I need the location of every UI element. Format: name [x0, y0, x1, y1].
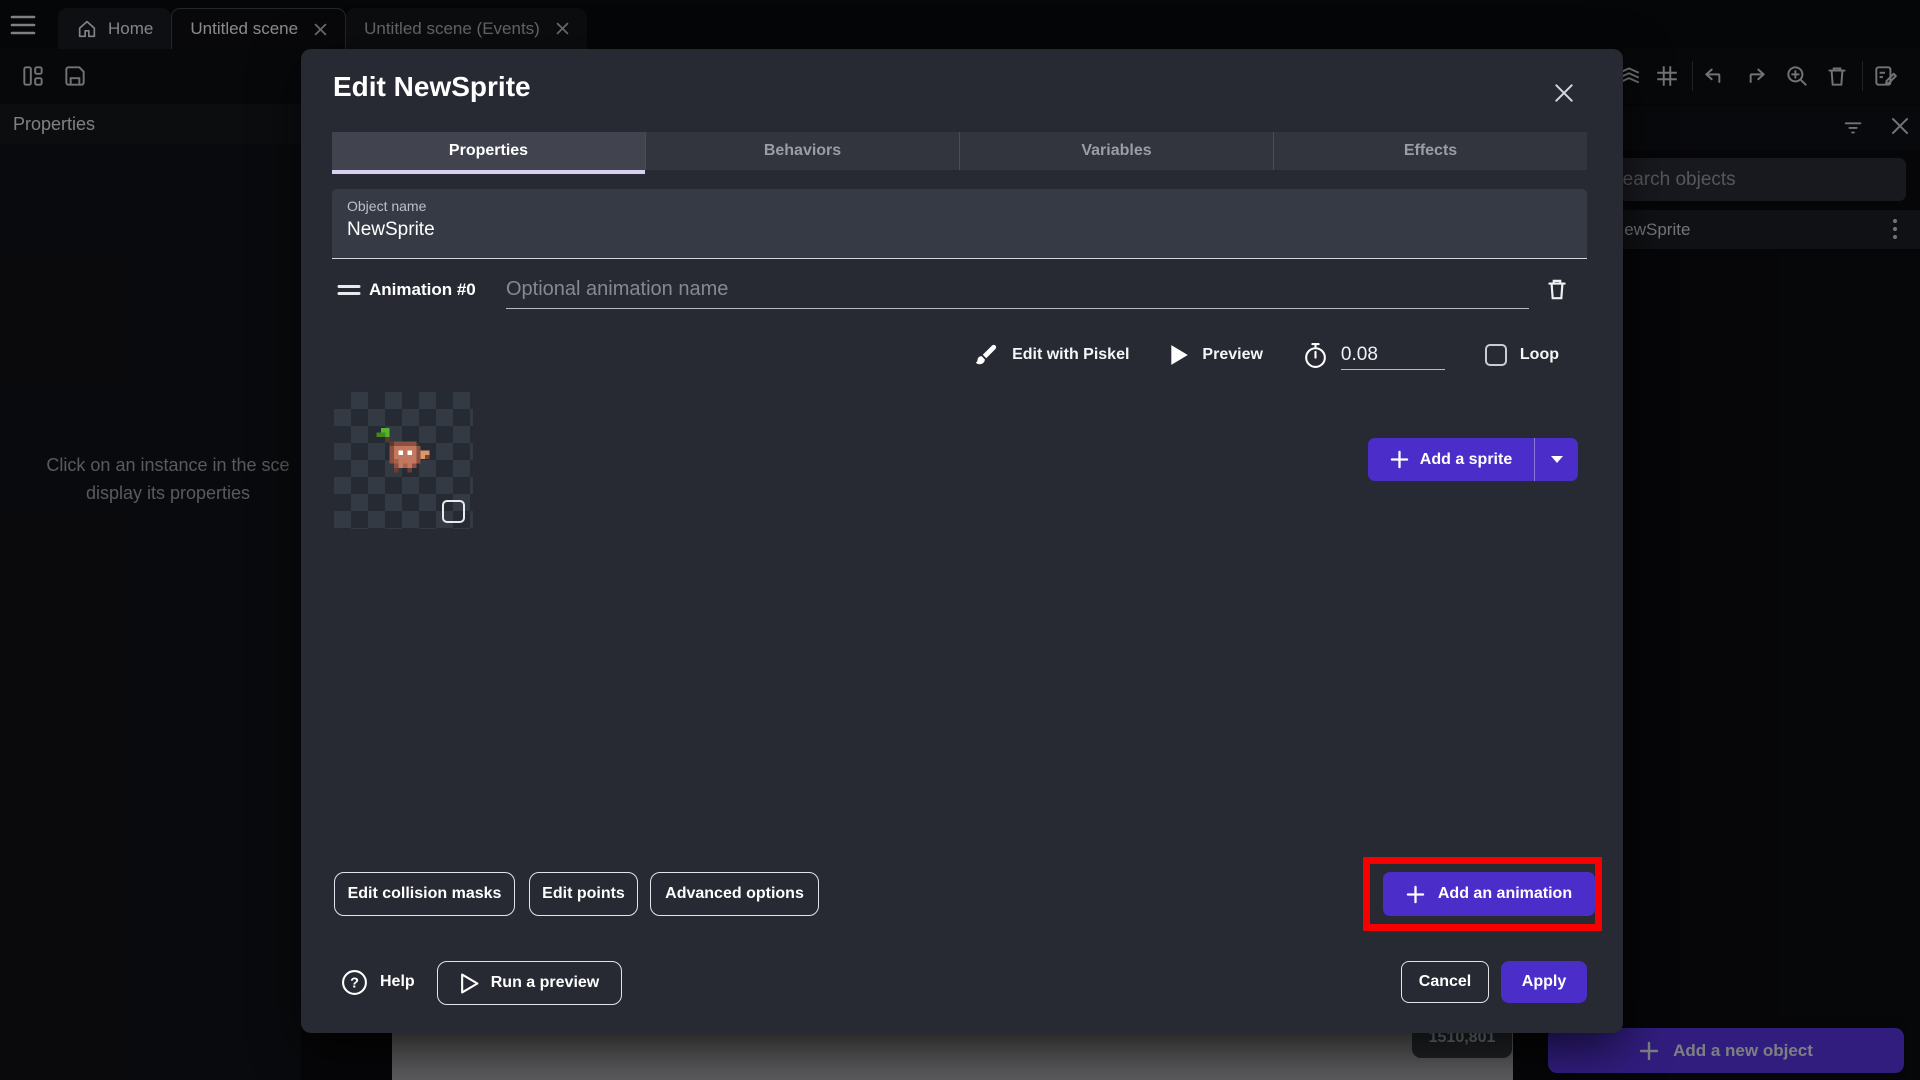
play-icon: [1169, 344, 1189, 366]
tab-behaviors[interactable]: Behaviors: [645, 132, 959, 170]
help-button[interactable]: ? Help: [341, 961, 415, 1003]
animation-name-input[interactable]: [506, 271, 1529, 309]
add-an-animation-label: Add an animation: [1437, 885, 1573, 902]
chevron-down-icon: [1550, 456, 1563, 463]
advanced-options-button[interactable]: Advanced options: [650, 872, 819, 916]
object-name-field[interactable]: Object name NewSprite: [332, 189, 1587, 259]
loop-checkbox[interactable]: [1484, 344, 1507, 366]
close-icon: [1555, 84, 1573, 102]
time-between-frames-input[interactable]: [1340, 340, 1445, 370]
animation-row: Animation #0: [332, 271, 1587, 315]
tab-label: Effects: [1403, 142, 1458, 159]
pig-sprite-image: [376, 428, 430, 473]
tab-label: Variables: [1081, 142, 1152, 159]
drag-handle-icon[interactable]: [337, 283, 361, 297]
tab-effects[interactable]: Effects: [1273, 132, 1587, 170]
close-dialog-button[interactable]: [1546, 75, 1582, 111]
help-icon: ?: [342, 969, 367, 995]
tab-label: Properties: [448, 142, 529, 159]
add-sprite-button[interactable]: Add a sprite: [1368, 438, 1578, 481]
run-a-preview-button[interactable]: Run a preview: [437, 961, 622, 1005]
add-sprite-main[interactable]: Add a sprite: [1368, 450, 1534, 469]
dialog-tab-strip: Properties Behaviors Variables Effects: [332, 132, 1587, 174]
highlight-annotation: Add an animation: [1363, 857, 1602, 931]
dialog-title: Edit NewSprite: [333, 71, 531, 102]
svg-text:?: ?: [350, 975, 359, 991]
play-outline-icon: [460, 973, 479, 993]
brush-icon: [973, 342, 999, 368]
plus-icon: [1390, 450, 1409, 469]
help-label: Help: [380, 973, 415, 990]
stopwatch-icon: [1303, 342, 1328, 369]
preview-button[interactable]: Preview: [1202, 346, 1262, 364]
edit-object-dialog: Edit NewSprite Properties Behaviors Vari…: [301, 49, 1623, 1033]
add-sprite-label: Add a sprite: [1419, 450, 1513, 468]
add-sprite-dropdown[interactable]: [1534, 438, 1578, 481]
delete-animation-icon[interactable]: [1544, 275, 1570, 303]
tab-variables[interactable]: Variables: [959, 132, 1273, 170]
loop-label: Loop: [1519, 346, 1559, 363]
animation-tools-row: Edit with Piskel Preview Loop: [973, 335, 1559, 375]
edit-with-piskel-button[interactable]: Edit with Piskel: [1012, 346, 1129, 364]
animation-label: Animation #0: [369, 280, 476, 299]
sprite-frame-thumbnail[interactable]: [334, 392, 473, 529]
object-name-value: NewSprite: [347, 219, 435, 240]
frame-select-checkbox[interactable]: [442, 500, 465, 523]
plus-icon: [1406, 885, 1425, 903]
edit-points-button[interactable]: Edit points: [529, 872, 638, 916]
tab-label: Behaviors: [763, 142, 842, 159]
apply-button[interactable]: Apply: [1501, 961, 1587, 1003]
add-an-animation-button[interactable]: Add an animation: [1383, 872, 1595, 916]
tab-properties[interactable]: Properties: [332, 132, 645, 174]
object-name-label: Object name: [347, 198, 427, 214]
cancel-button[interactable]: Cancel: [1401, 961, 1489, 1003]
edit-collision-masks-button[interactable]: Edit collision masks: [334, 872, 515, 916]
run-a-preview-label: Run a preview: [490, 974, 600, 991]
